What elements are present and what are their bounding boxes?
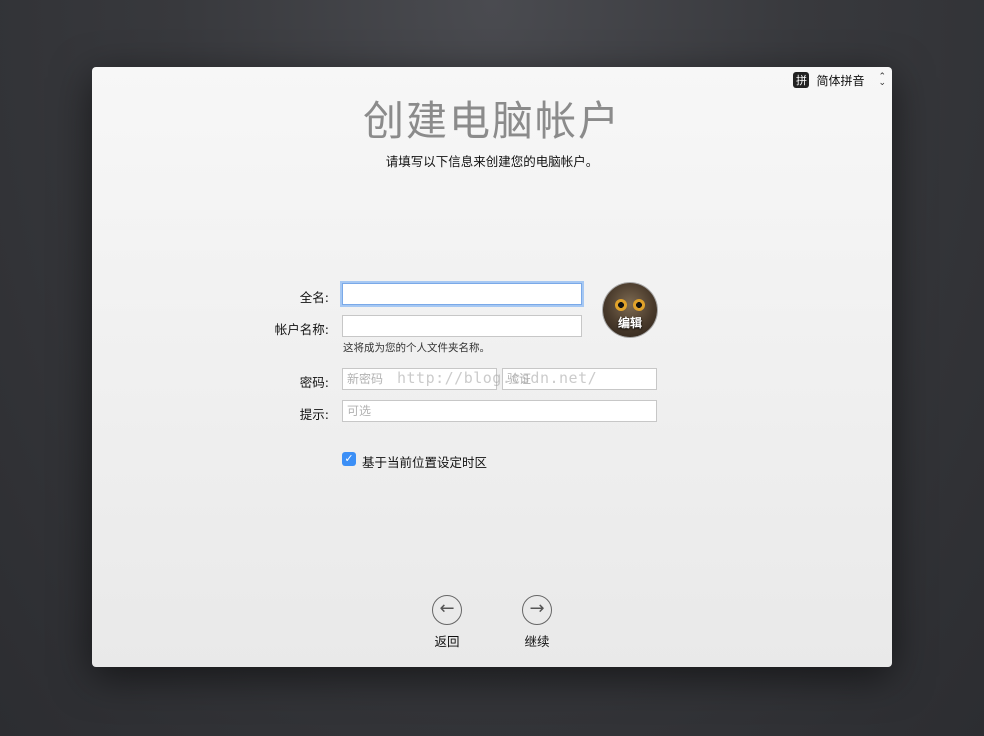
- new-password-input[interactable]: [342, 368, 497, 390]
- continue-button-label: 继续: [524, 634, 550, 649]
- timezone-checkbox[interactable]: ✓: [342, 452, 356, 466]
- fullname-label: 全名:: [299, 290, 329, 305]
- fullname-input[interactable]: [342, 283, 582, 305]
- input-method-label: 简体拼音: [816, 73, 865, 88]
- owl-eye-icon: [633, 299, 645, 311]
- timezone-checkbox-label[interactable]: 基于当前位置设定时区: [362, 452, 487, 471]
- arrow-right-icon: →: [522, 595, 552, 625]
- password-hint-label: 提示:: [299, 407, 329, 422]
- back-button[interactable]: ← 返回: [422, 595, 472, 650]
- account-name-hint: 这将成为您的个人文件夹名称。: [343, 342, 490, 354]
- page-title: 创建电脑帐户: [363, 97, 621, 145]
- password-hint-input[interactable]: [342, 400, 657, 422]
- back-button-label: 返回: [434, 634, 460, 649]
- arrow-left-icon: ←: [432, 595, 462, 625]
- pinyin-icon: 拼: [793, 72, 810, 88]
- page-subtitle: 请填写以下信息来创建您的电脑帐户。: [385, 154, 599, 169]
- user-avatar[interactable]: 编辑: [603, 283, 657, 337]
- password-label: 密码:: [299, 375, 329, 390]
- account-name-input[interactable]: [342, 315, 582, 337]
- owl-eye-icon: [615, 299, 627, 311]
- verify-password-input[interactable]: [502, 368, 657, 390]
- account-name-label: 帐户名称:: [274, 322, 329, 337]
- avatar-edit-label: 编辑: [617, 316, 642, 330]
- up-down-chevron-icon: ⌃ ⌄: [878, 72, 886, 88]
- continue-button[interactable]: → 继续: [512, 595, 562, 650]
- setup-window: 拼 简体拼音 ⌃ ⌄ 创建电脑帐户 请填写以下信息来创建您的电脑帐户。 全名: 帐…: [92, 67, 892, 667]
